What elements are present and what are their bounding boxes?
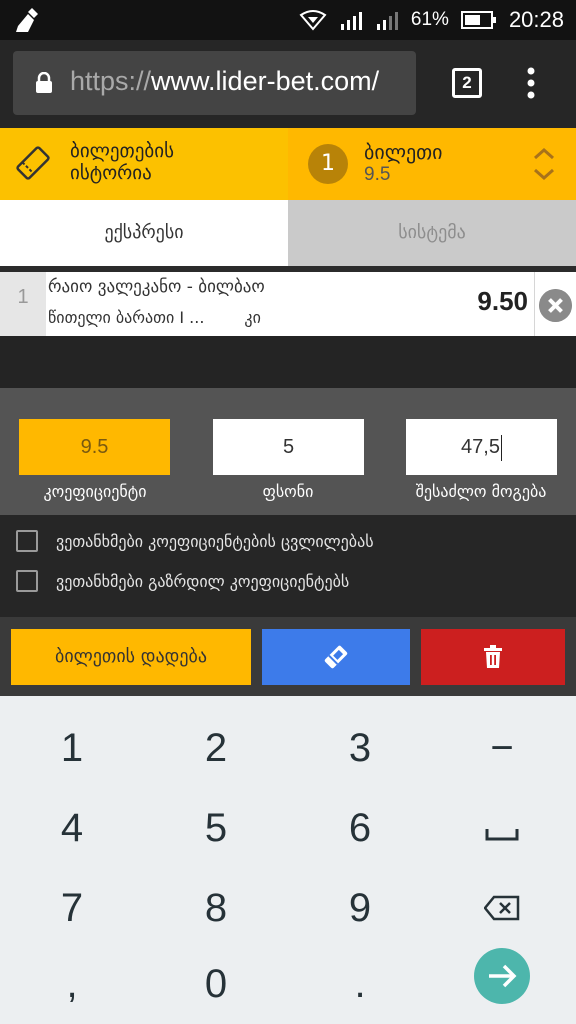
url-text: https://www.lider-bet.com/ [70,66,379,97]
place-bet-button[interactable]: ბილეთის დადება [11,629,251,685]
possible-win-input[interactable]: 47,5 [406,419,557,475]
expand-collapse-icon[interactable] [532,146,556,182]
key-minus[interactable]: − [430,708,574,788]
hotspot-icon [299,10,327,31]
signal-icon [376,12,398,30]
coefficient-label: კოეფიციენტი [43,482,147,501]
cleaner-broom-icon [16,8,38,32]
accept-boosted-odds-label: ვეთანხმები გაზრდილ კოეფიციენტებს [56,571,350,591]
divider [534,272,535,336]
accept-boosted-odds-checkbox[interactable]: ვეთანხმები გაზრდილ კოეფიციენტებს [16,568,349,594]
checkbox-box[interactable] [16,530,38,552]
battery-percent: 61% [410,9,449,30]
checkbox-box[interactable] [16,570,38,592]
keyboard-go-button[interactable] [474,948,530,1004]
url-protocol: https:// [70,66,152,96]
selection-index: 1 [0,272,46,336]
key-2[interactable]: 2 [144,708,288,788]
tab-system[interactable]: სისტემა [288,200,576,266]
delete-ticket-button[interactable] [421,629,565,685]
status-bar: 61% 20:28 [0,0,576,40]
key-3[interactable]: 3 [288,708,432,788]
accept-odds-change-checkbox[interactable]: ვეთანხმები კოეფიციენტების ცვლილებას [16,528,374,554]
bet-selection-row: 1 რაიო ვალეკანო - ბილბაო წითელი ბარათი I… [0,272,576,336]
signal-icon [340,12,362,30]
clock: 20:28 [508,7,564,32]
trash-icon [484,645,502,668]
browser-toolbar: https://www.lider-bet.com/ 2 [0,40,576,128]
agreements-panel: ვეთანხმები კოეფიციენტების ცვლილებას ვეთა… [0,515,576,617]
ticket-history-button[interactable]: ბილეთების ისტორია [0,128,288,200]
overflow-menu-icon[interactable] [524,66,538,100]
ticket-count-badge: 1 [308,144,348,184]
coefficient-field: 9.5 [19,419,170,475]
spacer-band [0,336,576,388]
key-5[interactable]: 5 [144,788,288,868]
key-8[interactable]: 8 [144,868,288,948]
key-1[interactable]: 1 [0,708,144,788]
ticket-icon [16,146,50,180]
ticket-total-odds: 9.5 [364,164,391,185]
key-comma[interactable]: , [0,944,144,1024]
key-6[interactable]: 6 [288,788,432,868]
numeric-keyboard: 1 2 3 − 4 5 6 7 8 9 , 0 . [0,696,576,1024]
address-bar[interactable]: https://www.lider-bet.com/ [13,51,416,115]
save-ticket-button[interactable] [262,629,410,685]
url-host: www.lider-bet.com/ [151,66,380,96]
possible-win-label: შესაძლო მოგება [415,482,547,501]
ticket-title: ბილეთი [364,140,443,164]
tab-express[interactable]: ექსპრესი [0,200,288,266]
stake-input[interactable]: 5 [213,419,364,475]
selection-market: წითელი ბარათი I ... კი [48,308,261,327]
selection-odds: 9.50 [477,286,528,316]
key-backspace[interactable] [430,868,574,948]
key-space[interactable] [430,788,574,868]
remove-selection-icon[interactable] [539,289,572,322]
key-7[interactable]: 7 [0,868,144,948]
backspace-icon [483,895,520,921]
ticket-icon [324,645,348,669]
current-ticket-header[interactable]: 1 ბილეთი 9.5 [288,128,576,200]
key-9[interactable]: 9 [288,868,432,948]
arrow-right-icon [489,964,517,988]
battery-icon [460,11,496,29]
text-cursor [500,434,502,461]
key-period[interactable]: . [288,944,432,1024]
lock-icon [36,72,52,93]
key-0[interactable]: 0 [144,944,288,1024]
space-icon [485,829,519,841]
action-bar: ბილეთის დადება [0,617,576,696]
stake-panel: 9.5 5 47,5 კოეფიციენტი ფსონი შესაძლო მოგ… [0,388,576,515]
key-4[interactable]: 4 [0,788,144,868]
accept-odds-change-label: ვეთანხმები კოეფიციენტების ცვლილებას [56,531,374,551]
ticket-history-label: ბილეთების ისტორია [70,140,174,184]
selection-match: რაიო ვალეკანო - ბილბაო [48,277,265,297]
tab-switcher-button[interactable]: 2 [452,68,482,98]
stake-label: ფსონი [262,482,314,501]
